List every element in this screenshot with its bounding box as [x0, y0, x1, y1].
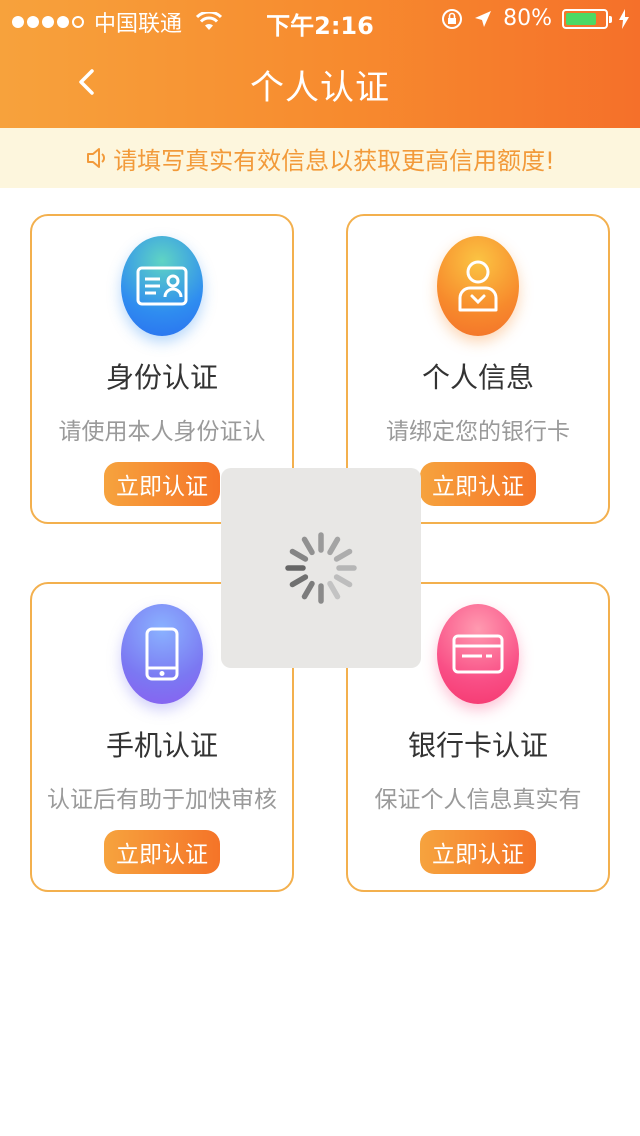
verify-now-button[interactable]: 立即认证 — [104, 462, 220, 506]
card-description: 保证个人信息真实有 — [374, 787, 582, 813]
card-title: 银行卡认证 — [407, 729, 548, 762]
battery-percentage: 80% — [503, 6, 552, 31]
phone-icon — [121, 604, 203, 704]
verify-now-button[interactable]: 立即认证 — [420, 462, 536, 506]
notice-text: 请填写真实有效信息以获取更高信用额度! — [113, 146, 555, 175]
header: 中国联通 下午2:16 80% 个人认证 — [0, 0, 640, 128]
loading-spinner-icon — [285, 532, 357, 604]
battery-icon — [562, 8, 612, 29]
card-title: 身份认证 — [105, 361, 218, 394]
person-icon — [437, 236, 519, 336]
card-description: 认证后有助于加快审核 — [47, 787, 277, 813]
status-right: 80% — [441, 6, 630, 31]
verify-now-button[interactable]: 立即认证 — [104, 830, 220, 874]
status-bar: 中国联通 下午2:16 80% — [0, 0, 640, 40]
bank-card-icon — [437, 604, 519, 704]
card-title: 手机认证 — [105, 729, 218, 762]
page-title: 个人认证 — [250, 68, 390, 108]
card-description: 请使用本人身份证认 — [58, 419, 266, 445]
charging-bolt-icon — [619, 8, 629, 29]
card-title: 个人信息 — [421, 361, 534, 394]
speaker-icon — [87, 148, 106, 168]
id-card-icon — [121, 236, 203, 336]
verify-now-button[interactable]: 立即认证 — [420, 830, 536, 874]
notice-bar: 请填写真实有效信息以获取更高信用额度! — [0, 128, 640, 188]
rotation-lock-icon — [442, 8, 463, 29]
location-arrow-icon — [475, 10, 492, 27]
loading-overlay — [221, 468, 421, 668]
card-description: 请绑定您的银行卡 — [386, 419, 570, 445]
